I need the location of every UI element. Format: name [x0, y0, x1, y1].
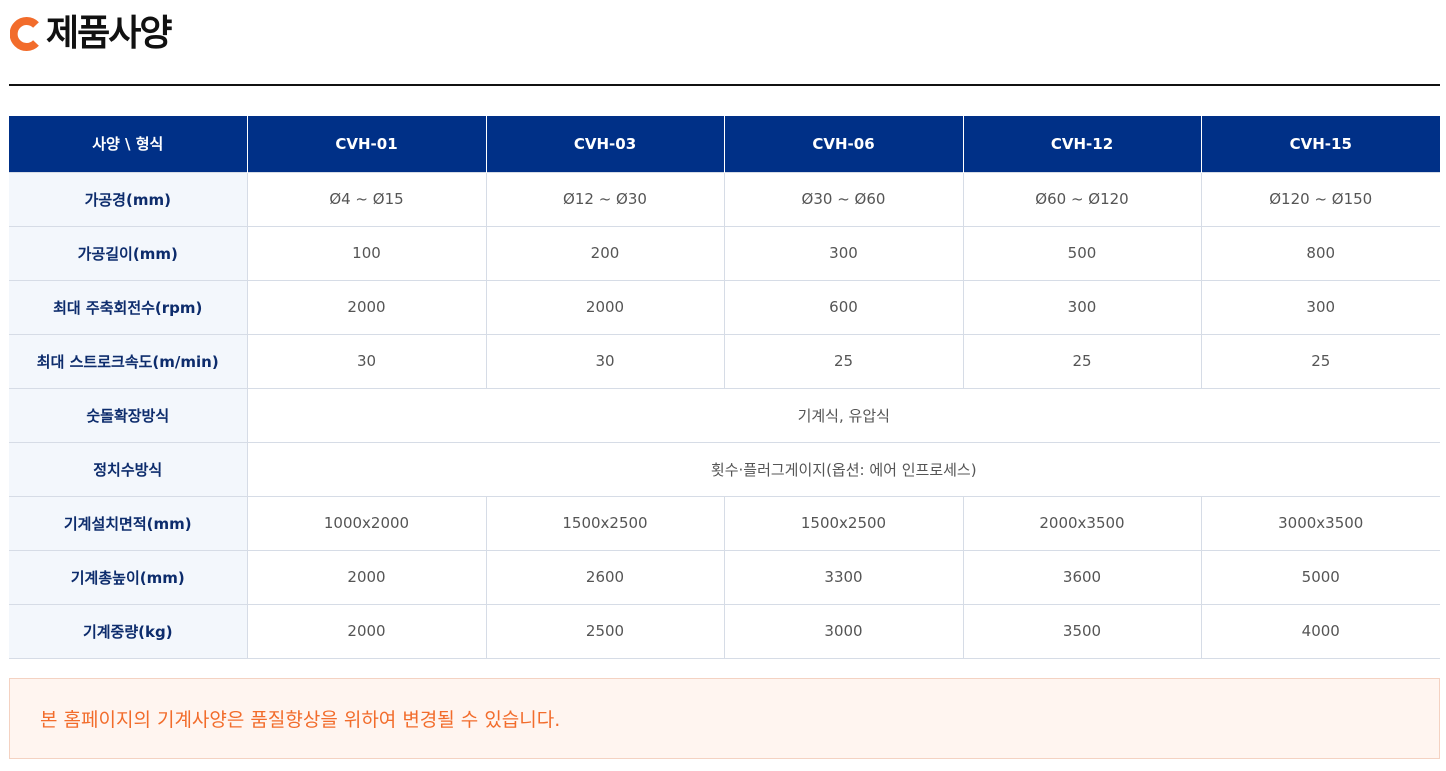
table-cell: 200: [485, 225, 725, 281]
table-row: 정치수방식 횟수·플러그게이지(옵션: 에어 인프로세스): [9, 441, 1440, 497]
table-row: 기계총높이(mm) 2000 2600 3300 3600 5000: [9, 549, 1440, 605]
row-label: 기계설치면적(mm): [9, 495, 248, 551]
row-label: 최대 주축회전수(rpm): [9, 279, 248, 335]
corner-header: 사양 \ 형식: [9, 116, 248, 172]
row-label: 정치수방식: [9, 441, 248, 497]
page-title: 제품사양: [46, 13, 172, 54]
table-cell: 5000: [1200, 549, 1440, 605]
table-row: 최대 주축회전수(rpm) 2000 2000 600 300 300: [9, 279, 1440, 335]
row-label: 가공경(mm): [9, 171, 248, 227]
c-logo-icon: [10, 14, 40, 54]
table-cell: 300: [962, 279, 1202, 335]
table-cell: 1000x2000: [246, 495, 487, 551]
model-header: CVH-06: [723, 116, 964, 172]
spec-change-notice: 본 홈페이지의 기계사양은 품질향상을 위하여 변경될 수 있습니다.: [9, 678, 1440, 759]
table-cell: 2500: [485, 603, 725, 659]
table-row: 기계중량(kg) 2000 2500 3000 3500 4000: [9, 603, 1440, 659]
row-label: 가공길이(mm): [9, 225, 248, 281]
table-cell: 25: [723, 333, 964, 389]
table-cell: 2000: [485, 279, 725, 335]
table-cell: 1500x2500: [723, 495, 964, 551]
row-label: 기계총높이(mm): [9, 549, 248, 605]
row-label: 기계중량(kg): [9, 603, 248, 659]
table-cell: 3000x3500: [1200, 495, 1440, 551]
model-header: CVH-01: [246, 116, 487, 172]
model-header: CVH-15: [1200, 116, 1440, 172]
row-label: 숫돌확장방식: [9, 387, 248, 443]
merged-cell: 기계식, 유압식: [246, 387, 1440, 443]
table-cell: 25: [962, 333, 1202, 389]
table-cell: 3300: [723, 549, 964, 605]
table-cell: 3500: [962, 603, 1202, 659]
table-cell: 2000: [246, 549, 487, 605]
table-cell: 30: [246, 333, 487, 389]
table-row: 가공길이(mm) 100 200 300 500 800: [9, 225, 1440, 281]
table-cell: 25: [1200, 333, 1440, 389]
table-cell: Ø30 ~ Ø60: [723, 171, 964, 227]
title-divider: [9, 84, 1440, 86]
table-row: 기계설치면적(mm) 1000x2000 1500x2500 1500x2500…: [9, 495, 1440, 551]
table-cell: 4000: [1200, 603, 1440, 659]
table-cell: 2000: [246, 279, 487, 335]
row-label: 최대 스트로크속도(m/min): [9, 333, 248, 389]
table-row: 최대 스트로크속도(m/min) 30 30 25 25 25: [9, 333, 1440, 389]
table-cell: Ø120 ~ Ø150: [1200, 171, 1440, 227]
table-cell: 2600: [485, 549, 725, 605]
table-cell: 3000: [723, 603, 964, 659]
table-cell: 2000: [246, 603, 487, 659]
table-cell: Ø60 ~ Ø120: [962, 171, 1202, 227]
table-cell: Ø12 ~ Ø30: [485, 171, 725, 227]
page-header: 제품사양: [10, 12, 172, 56]
table-cell: 1500x2500: [485, 495, 725, 551]
table-cell: 300: [1200, 279, 1440, 335]
table-row: 가공경(mm) Ø4 ~ Ø15 Ø12 ~ Ø30 Ø30 ~ Ø60 Ø60…: [9, 171, 1440, 227]
table-cell: 500: [962, 225, 1202, 281]
model-header: CVH-12: [962, 116, 1202, 172]
table-cell: 300: [723, 225, 964, 281]
table-cell: 800: [1200, 225, 1440, 281]
merged-cell: 횟수·플러그게이지(옵션: 에어 인프로세스): [246, 441, 1440, 497]
spec-table: 사양 \ 형식 CVH-01 CVH-03 CVH-06 CVH-12 CVH-…: [9, 116, 1440, 659]
table-cell: 30: [485, 333, 725, 389]
model-header: CVH-03: [485, 116, 725, 172]
table-cell: 100: [246, 225, 487, 281]
table-cell: 3600: [962, 549, 1202, 605]
table-cell: 600: [723, 279, 964, 335]
notice-text: 본 홈페이지의 기계사양은 품질향상을 위하여 변경될 수 있습니다.: [40, 709, 561, 731]
table-header-row: 사양 \ 형식 CVH-01 CVH-03 CVH-06 CVH-12 CVH-…: [9, 116, 1440, 172]
table-cell: 2000x3500: [962, 495, 1202, 551]
table-row: 숫돌확장방식 기계식, 유압식: [9, 387, 1440, 443]
table-cell: Ø4 ~ Ø15: [246, 171, 487, 227]
